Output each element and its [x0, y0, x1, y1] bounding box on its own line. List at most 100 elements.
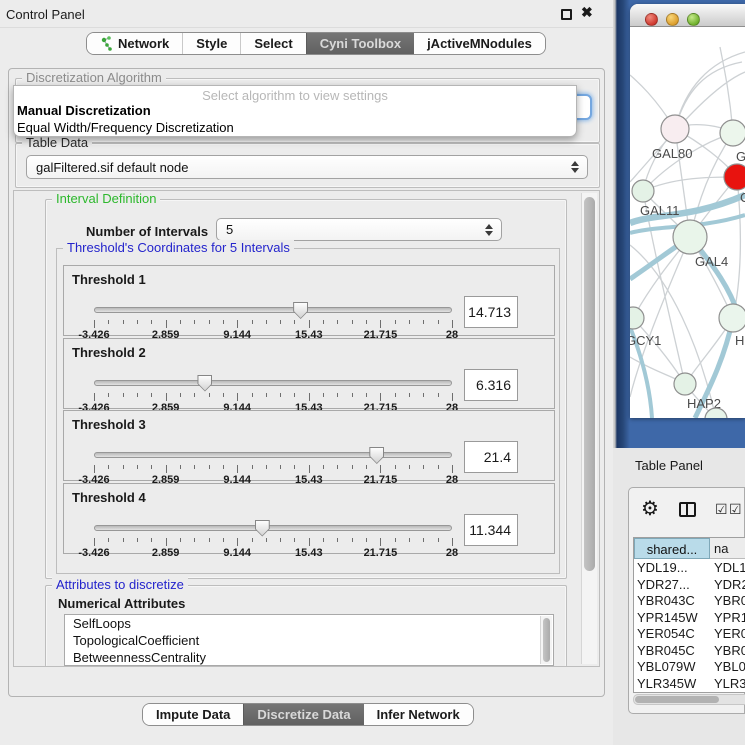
numerical-attributes-list[interactable]: SelfLoopsTopologicalCoefficientBetweenne… — [64, 614, 554, 666]
threshold-value-field[interactable]: 21.4 — [464, 441, 518, 473]
network-node-gal11[interactable] — [632, 180, 654, 202]
table-row[interactable]: YBR045CYBR0 — [634, 642, 745, 659]
tick-mark — [294, 320, 295, 324]
tick-mark — [123, 465, 124, 469]
tab-impute-data[interactable]: Impute Data — [143, 704, 243, 725]
threshold-slider-4[interactable]: -3.4262.8599.14415.4321.71528 — [94, 520, 452, 554]
table-row[interactable]: YER054CYER0 — [634, 625, 745, 642]
table-row[interactable]: YDR27...YDR2 — [634, 576, 745, 593]
threshold-slider-3[interactable]: -3.4262.8599.14415.4321.71528 — [94, 447, 452, 481]
slider-thumb[interactable] — [197, 375, 212, 392]
tick-mark — [409, 538, 410, 542]
tick-mark — [137, 465, 138, 469]
tab-cyni-toolbox[interactable]: Cyni Toolbox — [306, 33, 414, 54]
tick-mark — [108, 465, 109, 469]
table-row[interactable]: YLR345WYLR3 — [634, 675, 745, 692]
checkbox-checked-icon[interactable]: ☑ — [715, 501, 728, 518]
algorithm-option[interactable]: Equal Width/Frequency Discretization — [17, 120, 234, 135]
tick-mark — [294, 393, 295, 397]
gear-icon[interactable]: ⚙ — [641, 496, 659, 521]
network-window-titlebar[interactable] — [630, 4, 745, 27]
slider-ticks — [94, 538, 452, 547]
table-data-combobox[interactable]: galFiltered.sif default node — [26, 155, 588, 179]
tick-mark — [366, 320, 367, 324]
slider-track[interactable] — [94, 307, 452, 313]
column-header-2[interactable]: na — [710, 538, 745, 559]
tick-mark — [323, 465, 324, 469]
attribute-list-item[interactable]: TopologicalCoefficient — [65, 632, 553, 649]
slider-thumb[interactable] — [369, 447, 384, 464]
network-canvas[interactable]: GAL80GACGAL11GAL4GCY1HHAP2 — [630, 27, 745, 418]
network-node-gal80[interactable] — [661, 115, 689, 143]
tick-mark — [209, 393, 210, 397]
checkbox-checked-icon[interactable]: ☑ — [729, 501, 742, 518]
threshold-value-field[interactable]: 11.344 — [464, 514, 518, 546]
float-window-icon[interactable] — [561, 9, 572, 20]
tick-mark — [294, 465, 295, 469]
settings-vertical-scrollbar[interactable] — [581, 193, 597, 664]
combo-spinner-icon — [570, 161, 579, 173]
split-columns-icon[interactable] — [679, 502, 696, 517]
network-node-hap2[interactable] — [674, 373, 696, 395]
tick-mark — [309, 465, 310, 473]
tick-mark — [151, 465, 152, 469]
table-panel-box: ⚙ ☑ ☑ shared...na YDL19...YDL1YDR27...YD… — [628, 487, 745, 714]
tab-select[interactable]: Select — [240, 33, 305, 54]
top-tab-bar: NetworkStyleSelectCyni ToolboxjActiveMNo… — [86, 32, 546, 55]
tab-discretize-data[interactable]: Discretize Data — [243, 704, 363, 725]
close-traffic-light-icon[interactable] — [645, 13, 658, 26]
attribute-list-item[interactable]: BetweennessCentrality — [65, 649, 553, 666]
network-node-gal4[interactable] — [673, 220, 707, 254]
table-row[interactable]: YBL079WYBL0 — [634, 658, 745, 675]
threshold-value-field[interactable]: 6.316 — [464, 369, 518, 401]
tick-mark — [252, 320, 253, 324]
slider-thumb-face — [294, 303, 307, 318]
tick-mark — [194, 538, 195, 542]
algorithm-option[interactable]: Manual Discretization — [17, 103, 151, 118]
table-horizontal-scrollbar[interactable] — [633, 694, 745, 705]
slider-thumb[interactable] — [255, 520, 270, 537]
table-row[interactable]: YPR145WYPR1 — [634, 609, 745, 626]
tab-infer-network[interactable]: Infer Network — [364, 704, 473, 725]
network-node-h[interactable] — [719, 304, 745, 332]
slider-track[interactable] — [94, 452, 452, 458]
zoom-traffic-light-icon[interactable] — [687, 13, 700, 26]
table-row[interactable]: YBR043CYBR0 — [634, 592, 745, 609]
tick-mark — [337, 320, 338, 324]
algorithm-popup-hint: Select algorithm to view settings — [14, 88, 576, 103]
tab-style[interactable]: Style — [182, 33, 240, 54]
threshold-slider-1[interactable]: -3.4262.8599.14415.4321.71528 — [94, 302, 452, 336]
attribute-list-item[interactable]: SelfLoops — [65, 615, 553, 632]
attributes-list-scrollbar[interactable] — [540, 616, 552, 664]
slider-thumb[interactable] — [293, 302, 308, 319]
tab-network[interactable]: Network — [87, 33, 182, 54]
tick-mark — [166, 538, 167, 546]
tick-mark — [237, 393, 238, 401]
tick-mark — [352, 538, 353, 542]
tick-mark — [380, 320, 381, 328]
threshold-slider-2[interactable]: -3.4262.8599.14415.4321.71528 — [94, 375, 452, 409]
tick-mark — [309, 393, 310, 401]
tick-mark — [452, 465, 453, 473]
number-of-intervals-value: 5 — [217, 222, 484, 237]
network-node-gcy1[interactable] — [630, 307, 644, 329]
tab-jactivemnodules[interactable]: jActiveMNodules — [414, 33, 545, 54]
node-attribute-table[interactable]: shared...na YDL19...YDL1YDR27...YDR2YBR0… — [633, 537, 745, 693]
tick-mark — [266, 393, 267, 397]
tick-mark — [166, 465, 167, 473]
network-node-c[interactable] — [724, 164, 745, 190]
number-of-intervals-combobox[interactable]: 5 — [216, 218, 502, 241]
threshold-value-field[interactable]: 14.713 — [464, 296, 518, 328]
table-row[interactable]: YDL19...YDL1 — [634, 559, 745, 576]
tick-label: -3.426 — [78, 547, 109, 559]
close-icon[interactable]: ✖ — [581, 4, 593, 21]
table-row[interactable]: YIL052CYIL0 — [634, 691, 745, 693]
slider-track[interactable] — [94, 525, 452, 531]
minimize-traffic-light-icon[interactable] — [666, 13, 679, 26]
tick-mark — [123, 538, 124, 542]
network-node-ga[interactable] — [720, 120, 745, 146]
network-view-window[interactable]: GAL80GACGAL11GAL4GCY1HHAP2 — [630, 4, 745, 418]
tick-mark — [423, 393, 424, 397]
column-header-1[interactable]: shared... — [634, 538, 710, 559]
slider-track[interactable] — [94, 380, 452, 386]
